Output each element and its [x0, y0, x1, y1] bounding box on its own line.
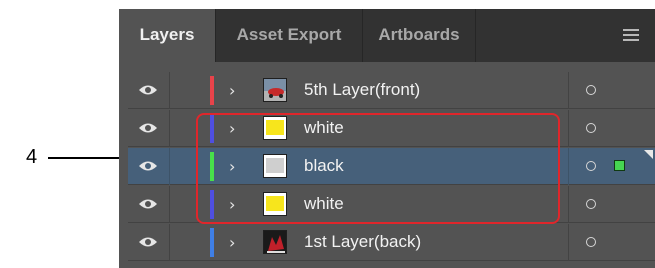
layer-name[interactable]: 5th Layer(front) [304, 80, 420, 100]
cell-divider [568, 186, 569, 223]
layer-row[interactable]: › 5th Layer(front) [128, 72, 655, 109]
selection-square-icon[interactable] [614, 160, 625, 171]
tab-artboards[interactable]: Artboards [363, 9, 476, 62]
tab-layers[interactable]: Layers [119, 9, 216, 62]
eye-icon[interactable] [138, 122, 158, 134]
layer-name[interactable]: 1st Layer(back) [304, 232, 421, 252]
highlight-box [196, 113, 560, 224]
layer-color-bar [210, 228, 214, 257]
chevron-right-icon[interactable]: › [229, 81, 235, 100]
eye-icon[interactable] [138, 198, 158, 210]
layer-thumbnail [263, 230, 287, 254]
target-circle-icon[interactable] [586, 237, 596, 247]
cell-divider [568, 110, 569, 147]
cell-divider [568, 224, 569, 261]
target-circle-icon[interactable] [586, 123, 596, 133]
target-circle-icon[interactable] [586, 161, 596, 171]
cell-divider [169, 148, 170, 185]
tab-asset-export[interactable]: Asset Export [216, 9, 363, 62]
cell-divider [169, 72, 170, 109]
cell-divider [568, 148, 569, 185]
callout-number: 4 [26, 146, 38, 168]
layer-thumbnail [263, 78, 287, 102]
hamburger-menu-icon[interactable] [623, 29, 639, 41]
panel-tab-bar: Layers Asset Export Artboards [119, 9, 655, 62]
target-circle-icon[interactable] [586, 85, 596, 95]
target-circle-icon[interactable] [586, 199, 596, 209]
cell-divider [169, 224, 170, 261]
eye-icon[interactable] [138, 160, 158, 172]
chevron-right-icon[interactable]: › [229, 233, 235, 252]
layer-color-bar [210, 76, 214, 105]
eye-icon[interactable] [138, 236, 158, 248]
cell-divider [169, 186, 170, 223]
eye-icon[interactable] [138, 84, 158, 96]
layer-row[interactable]: › 1st Layer(back) [128, 224, 655, 261]
current-layer-corner-icon [644, 150, 653, 159]
cell-divider [568, 72, 569, 109]
cell-divider [169, 110, 170, 147]
